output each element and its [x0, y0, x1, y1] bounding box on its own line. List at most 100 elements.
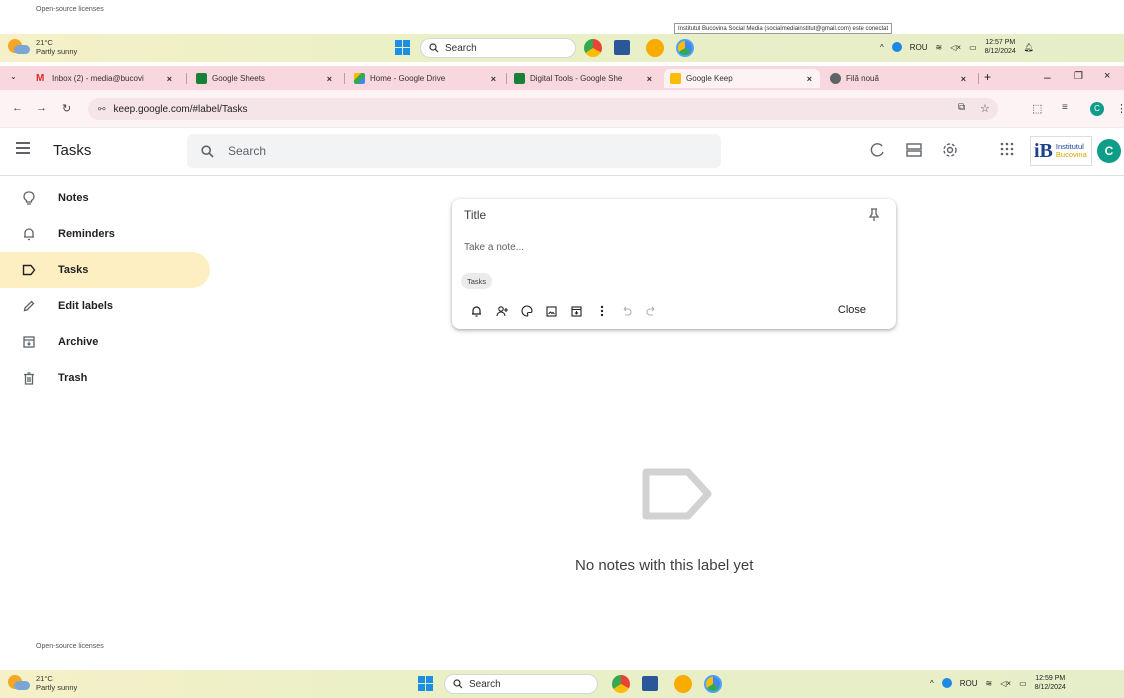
defender-icon[interactable]: [891, 42, 902, 52]
chrome-taskbar-icon[interactable]: [612, 675, 630, 693]
tray-language[interactable]: ROU: [910, 43, 928, 52]
tab-google-drive[interactable]: Home - Google Drive ×: [348, 69, 504, 88]
note-body-input[interactable]: Take a note...: [464, 242, 524, 253]
browser-toolbar: ← → ↻ ⚯ keep.google.com/#label/Tasks ⧉ ☆…: [0, 90, 1124, 128]
address-bar[interactable]: ⚯ keep.google.com/#label/Tasks: [88, 98, 998, 120]
close-button[interactable]: Close: [838, 304, 866, 316]
reload-icon[interactable]: ↻: [62, 102, 71, 115]
weather-temp: 21°C: [36, 674, 53, 683]
collaborator-icon[interactable]: [489, 303, 514, 319]
taskbar-search-label: Search: [445, 42, 477, 54]
weather-icon: [8, 675, 30, 691]
refresh-icon[interactable]: [870, 142, 886, 158]
tab-google-keep[interactable]: Google Keep ×: [664, 69, 820, 88]
system-tray: ^ ROU ≋ ◁× ▭ 12:59 PM 8/12/2024: [930, 674, 1066, 692]
volume-icon[interactable]: ◁×: [1000, 679, 1011, 688]
close-tab-icon[interactable]: ×: [961, 74, 966, 84]
close-window-icon[interactable]: ×: [1104, 70, 1110, 82]
bookmark-star-icon[interactable]: ☆: [980, 102, 990, 115]
word-taskbar-icon[interactable]: [614, 40, 630, 55]
cast-icon[interactable]: ⧉: [958, 102, 965, 113]
account-avatar[interactable]: C: [1097, 139, 1121, 163]
label-icon: [22, 263, 36, 277]
archive-note-icon[interactable]: [564, 303, 589, 319]
wifi-icon[interactable]: ≋: [936, 43, 943, 52]
weather-icon: [8, 39, 30, 55]
minimize-icon[interactable]: –: [1044, 70, 1051, 84]
sidebar-item-archive[interactable]: Archive: [0, 324, 210, 360]
taskbar-search[interactable]: Search: [420, 38, 576, 58]
main-menu-icon[interactable]: [16, 142, 30, 154]
add-image-icon[interactable]: [539, 303, 564, 319]
close-tab-icon[interactable]: ×: [327, 74, 332, 84]
tab-label: Google Keep: [686, 74, 733, 83]
close-tab-icon[interactable]: ×: [647, 74, 652, 84]
word-taskbar-icon[interactable]: [642, 676, 658, 691]
site-settings-icon[interactable]: ⚯: [98, 104, 106, 115]
taskbar-search[interactable]: Search: [444, 674, 598, 694]
close-tab-icon[interactable]: ×: [807, 74, 812, 84]
paint-taskbar-icon[interactable]: [674, 675, 692, 693]
sidebar-item-tasks[interactable]: Tasks: [0, 252, 210, 288]
organization-logo[interactable]: iB Institutul Bucovina: [1030, 136, 1092, 166]
sidebar-item-notes[interactable]: Notes: [0, 180, 210, 216]
keep-search-input[interactable]: Search: [187, 134, 721, 168]
back-arrow-icon[interactable]: ←: [12, 102, 23, 114]
tab-google-sheets[interactable]: Google Sheets ×: [190, 69, 340, 88]
weather-widget[interactable]: 21°C Partly sunny: [8, 38, 77, 56]
weather-widget[interactable]: 21°C Partly sunny: [8, 674, 77, 692]
apps-grid-icon[interactable]: [1000, 142, 1014, 156]
forward-arrow-icon[interactable]: →: [36, 102, 47, 114]
more-options-icon[interactable]: [589, 303, 614, 319]
palette-icon[interactable]: [514, 303, 539, 319]
tab-digital-tools[interactable]: Digital Tools - Google She ×: [508, 69, 660, 88]
chrome-profile-taskbar-icon[interactable]: [704, 675, 722, 693]
extensions-icon[interactable]: ⬚: [1032, 102, 1042, 115]
redo-icon[interactable]: [639, 303, 664, 319]
close-tab-icon[interactable]: ×: [167, 74, 172, 84]
org-logo-line2: Bucovina: [1055, 150, 1087, 159]
battery-icon[interactable]: ▭: [969, 43, 977, 52]
clock-time: 12:57 PM: [985, 39, 1016, 46]
paint-taskbar-icon[interactable]: [646, 39, 664, 57]
windows-start-icon[interactable]: [395, 40, 410, 55]
defender-icon[interactable]: [941, 678, 952, 688]
search-icon[interactable]: [201, 144, 214, 158]
chrome-menu-icon[interactable]: ⋮: [1116, 102, 1124, 115]
list-view-icon[interactable]: [906, 142, 922, 158]
weather-temp: 21°C: [36, 38, 53, 47]
system-tray: ^ ROU ≋ ◁× ▭ 12:57 PM 8/12/2024 🔔︎: [880, 38, 1034, 56]
sidebar-item-trash[interactable]: Trash: [0, 360, 210, 396]
undo-icon[interactable]: [614, 303, 639, 319]
clock[interactable]: 12:57 PM 8/12/2024: [985, 38, 1016, 56]
clock[interactable]: 12:59 PM 8/12/2024: [1035, 674, 1066, 692]
license-link-bottom[interactable]: Open-source licenses: [36, 643, 104, 650]
tab-gmail[interactable]: M Inbox (2) - media@bucovi ×: [30, 69, 180, 88]
note-label-chip[interactable]: Tasks: [461, 273, 493, 289]
volume-icon[interactable]: ◁×: [950, 43, 961, 52]
sidebar-item-reminders[interactable]: Reminders: [0, 216, 210, 252]
battery-icon[interactable]: ▭: [1019, 679, 1027, 688]
license-link-top[interactable]: Open-source licenses: [36, 6, 104, 13]
profile-avatar-small[interactable]: C: [1090, 102, 1104, 116]
chrome-taskbar-icon[interactable]: [584, 39, 602, 57]
settings-gear-icon[interactable]: [942, 142, 958, 158]
windows-start-icon[interactable]: [418, 676, 433, 691]
tab-search-chevron-icon[interactable]: ⌄: [10, 72, 17, 81]
restore-icon[interactable]: ❐: [1074, 71, 1083, 82]
media-icon[interactable]: ≡: [1062, 102, 1068, 113]
note-title-input[interactable]: Title: [464, 208, 486, 222]
remind-me-icon[interactable]: [464, 303, 489, 319]
chevron-up-icon[interactable]: ^: [880, 43, 884, 52]
close-tab-icon[interactable]: ×: [491, 74, 496, 84]
new-tab-button[interactable]: +: [984, 70, 991, 84]
notification-bell-icon[interactable]: 🔔︎: [1024, 43, 1034, 52]
sidebar-item-edit-labels[interactable]: Edit labels: [0, 288, 210, 324]
tab-new-tab[interactable]: Filă nouă ×: [824, 69, 974, 88]
chrome-profile-taskbar-icon[interactable]: [676, 39, 694, 57]
tray-language[interactable]: ROU: [960, 679, 978, 688]
chevron-up-icon[interactable]: ^: [930, 679, 934, 688]
org-logo-mark: iB: [1034, 139, 1053, 162]
pin-icon[interactable]: [868, 208, 880, 222]
wifi-icon[interactable]: ≋: [986, 679, 993, 688]
